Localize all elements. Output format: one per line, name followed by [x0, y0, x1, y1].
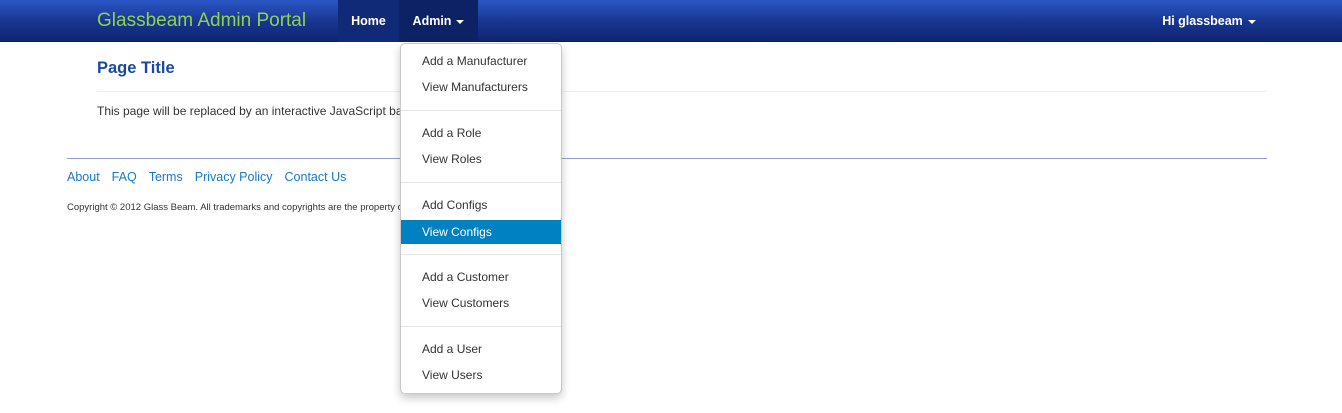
footer-links: About FAQ Terms Privacy Policy Contact Us	[67, 170, 358, 184]
caret-down-icon	[1247, 19, 1256, 24]
menu-item-view-manufacturers[interactable]: View Manufacturers	[401, 75, 561, 99]
user-menu-toggle[interactable]: Hi glassbeam	[1154, 0, 1264, 42]
footer-link-contact-us[interactable]: Contact Us	[285, 170, 347, 184]
footer-link-privacy-policy[interactable]: Privacy Policy	[195, 170, 273, 184]
menu-item-add-configs[interactable]: Add Configs	[401, 193, 561, 217]
top-navbar: Glassbeam Admin Portal Home Admin Hi gla…	[0, 0, 1342, 42]
menu-item-add-role[interactable]: Add a Role	[401, 121, 561, 145]
nav-home[interactable]: Home	[338, 0, 399, 42]
menu-item-add-user[interactable]: Add a User	[401, 337, 561, 361]
user-menu-label: Hi glassbeam	[1162, 14, 1243, 28]
nav-home-label: Home	[351, 14, 386, 28]
copyright-text: Copyright © 2012 Glass Beam. All tradema…	[67, 202, 401, 213]
footer-link-about[interactable]: About	[67, 170, 100, 184]
nav-admin-dropdown-toggle[interactable]: Admin	[399, 0, 478, 42]
menu-divider	[401, 326, 561, 327]
page-description: This page will be replaced by an interac…	[97, 104, 422, 118]
menu-divider	[401, 110, 561, 111]
menu-item-view-configs[interactable]: View Configs	[401, 220, 561, 244]
menu-item-add-customer[interactable]: Add a Customer	[401, 265, 561, 289]
menu-item-view-users[interactable]: View Users	[401, 363, 561, 387]
menu-divider	[401, 254, 561, 255]
admin-dropdown-menu: Add a Manufacturer View Manufacturers Ad…	[400, 43, 562, 394]
menu-divider	[401, 182, 561, 183]
footer-divider	[67, 158, 1267, 159]
caret-down-icon	[456, 19, 465, 24]
footer-link-faq[interactable]: FAQ	[112, 170, 137, 184]
nav-admin-label: Admin	[412, 14, 452, 28]
title-divider	[97, 91, 1267, 92]
menu-item-view-customers[interactable]: View Customers	[401, 291, 561, 315]
footer-link-terms[interactable]: Terms	[149, 170, 183, 184]
menu-item-view-roles[interactable]: View Roles	[401, 147, 561, 171]
brand-logo[interactable]: Glassbeam Admin Portal	[97, 10, 306, 32]
menu-item-add-manufacturer[interactable]: Add a Manufacturer	[401, 49, 561, 73]
page-title: Page Title	[97, 59, 175, 77]
